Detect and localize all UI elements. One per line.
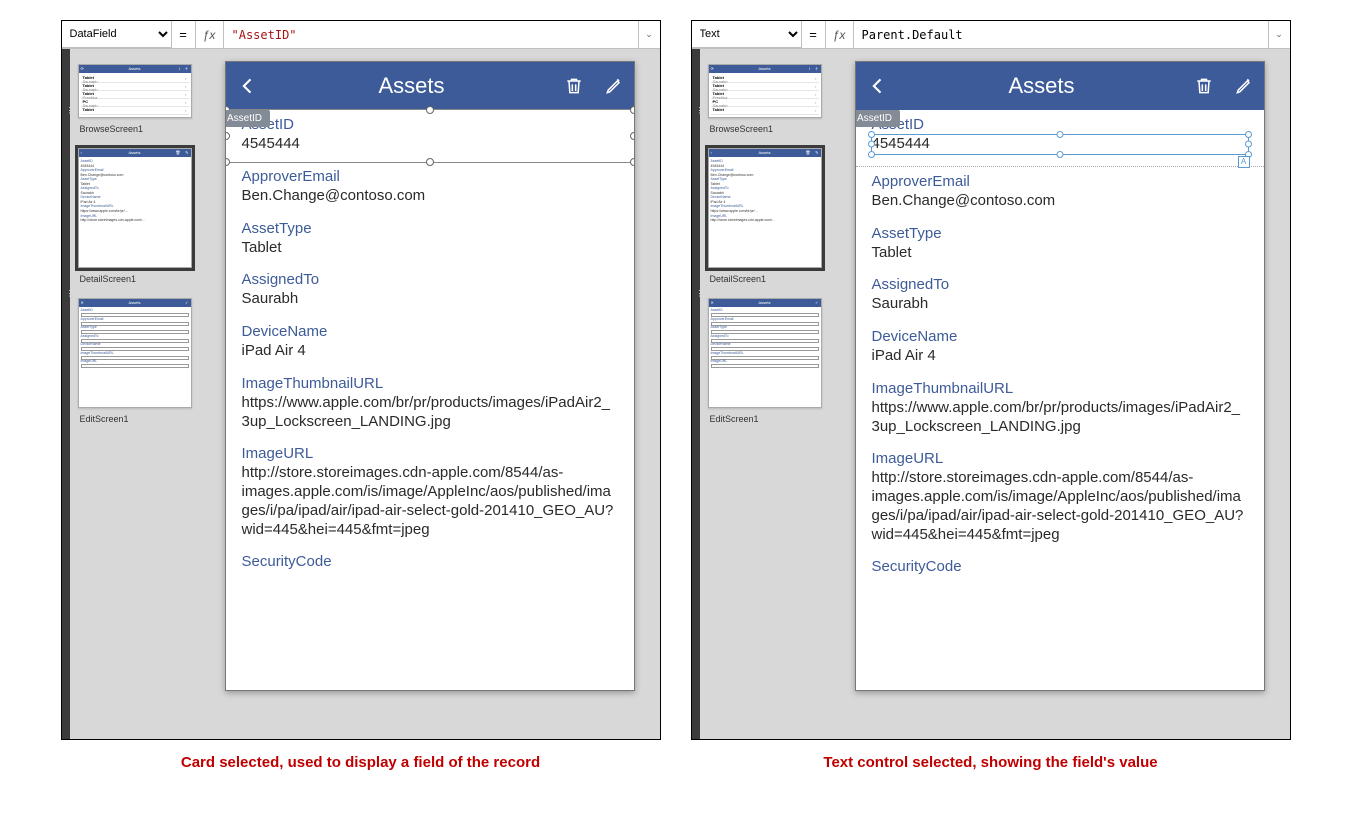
field-value: http://store.storeimages.cdn-apple.com/8… <box>242 464 618 539</box>
field-value: Tablet <box>242 239 618 258</box>
selection-breadcrumb[interactable]: Card : AssetID <box>225 110 270 127</box>
edit-icon[interactable] <box>1224 76 1264 96</box>
card-assettype[interactable]: AssetType Tablet <box>856 219 1264 271</box>
field-label: DeviceName <box>872 328 1248 345</box>
card-imagethumbnailurl[interactable]: ImageThumbnailURL https://www.apple.com/… <box>226 369 634 440</box>
selection-breadcrumb[interactable]: Card : AssetID <box>855 110 900 127</box>
property-dropdown[interactable]: DataField <box>62 21 172 48</box>
canvas-area[interactable]: Card : AssetID Assets <box>200 49 660 739</box>
thumbnail-detail[interactable]: ‹Assets🗑✎ AssetID4545444 ApproverEmailBe… <box>78 148 192 268</box>
field-label: ApproverEmail <box>242 168 618 185</box>
card-imagethumbnailurl[interactable]: ImageThumbnailURL https://www.apple.com/… <box>856 374 1264 445</box>
field-label: ImageThumbnailURL <box>872 380 1248 397</box>
app-header: Assets <box>226 62 634 110</box>
field-label: DeviceName <box>242 323 618 340</box>
card-securitycode[interactable]: SecurityCode <box>226 547 634 580</box>
card-imageurl[interactable]: ImageURL http://store.storeimages.cdn-ap… <box>226 439 634 547</box>
alignment-badge-icon[interactable]: A <box>1238 156 1250 168</box>
app-header: Assets <box>856 62 1264 110</box>
field-value: Saurabh <box>242 290 618 309</box>
form-fields: AssetID 4545444 ApproverEmail Ben.Change… <box>226 110 634 580</box>
card-securitycode[interactable]: SecurityCode <box>856 552 1264 585</box>
app-title: Assets <box>270 73 554 99</box>
thumb-caption-browse: BrowseScreen1 <box>708 122 822 140</box>
field-value: Tablet <box>872 244 1248 263</box>
property-dropdown[interactable]: Text <box>692 21 802 48</box>
card-devicename[interactable]: DeviceName iPad Air 4 <box>226 317 634 369</box>
thumb-caption-browse: BrowseScreen1 <box>78 122 192 140</box>
equals-label: = <box>172 21 196 48</box>
thumbnail-list: ⟳Assets↕＋ TabletSaurabh› TabletSaurabh› … <box>70 49 200 739</box>
editor-panel-card-selected: DataField = ƒx ⌄ ⋮⋮ ⋮⋮ ⟳Assets↕＋ <box>61 20 661 740</box>
card-assignedto[interactable]: AssignedTo Saurabh <box>226 265 634 317</box>
field-value: https://www.apple.com/br/pr/products/ima… <box>242 394 618 432</box>
text-control-assetid[interactable]: 4545444 A <box>872 135 1248 154</box>
form-fields: AssetID 4545444 A ApproverE <box>856 110 1264 585</box>
field-value: iPad Air 4 <box>872 347 1248 366</box>
field-value: https://www.apple.com/br/pr/products/ima… <box>872 399 1248 437</box>
phone-preview: Card : AssetID Assets <box>855 61 1265 691</box>
canvas-area[interactable]: Card : AssetID Assets <box>830 49 1290 739</box>
screen-rail: ⋮⋮ ⋮⋮ <box>692 49 700 739</box>
thumbnail-edit[interactable]: ✕Assets✓ AssetID ApproverEmail AssetType… <box>78 298 192 408</box>
card-imageurl[interactable]: ImageURL http://store.storeimages.cdn-ap… <box>856 444 1264 552</box>
thumb-caption-edit: EditScreen1 <box>708 412 822 430</box>
thumbnail-browse[interactable]: ⟳Assets↕＋ TabletSaurabh› TabletSaurabh› … <box>78 64 192 118</box>
field-label: ImageThumbnailURL <box>242 375 618 392</box>
screen-rail: ⋮⋮ ⋮⋮ <box>62 49 70 739</box>
thumbnail-detail[interactable]: ‹Assets🗑✎ AssetID4545444 ApproverEmailBe… <box>708 148 822 268</box>
delete-icon[interactable] <box>1184 76 1224 96</box>
field-label: AssetType <box>242 220 618 237</box>
formula-input[interactable] <box>224 21 638 48</box>
thumb-caption-detail: DetailScreen1 <box>78 272 192 290</box>
field-label: ImageURL <box>242 445 618 462</box>
field-value: http://store.storeimages.cdn-apple.com/8… <box>872 469 1248 544</box>
back-icon[interactable] <box>226 76 270 96</box>
card-assetid[interactable]: AssetID 4545444 A <box>856 110 1264 167</box>
field-label: ApproverEmail <box>872 173 1248 190</box>
field-label: SecurityCode <box>242 553 618 570</box>
field-value: Ben.Change@contoso.com <box>872 192 1248 211</box>
card-approveremail[interactable]: ApproverEmail Ben.Change@contoso.com <box>226 162 634 214</box>
panel-caption-right: Text control selected, showing the field… <box>817 740 1163 775</box>
formula-expand-icon[interactable]: ⌄ <box>1268 21 1290 48</box>
app-title: Assets <box>900 73 1184 99</box>
field-value: iPad Air 4 <box>242 342 618 361</box>
field-label: AssignedTo <box>872 276 1248 293</box>
field-label: AssetID <box>242 116 618 133</box>
field-label: AssetType <box>872 225 1248 242</box>
edit-icon[interactable] <box>594 76 634 96</box>
thumb-caption-edit: EditScreen1 <box>78 412 192 430</box>
field-label: AssignedTo <box>242 271 618 288</box>
field-value: 4545444 <box>242 135 618 154</box>
equals-label: = <box>802 21 826 48</box>
formula-expand-icon[interactable]: ⌄ <box>638 21 660 48</box>
thumbnail-browse[interactable]: ⟳Assets↕＋ TabletSaurabh› TabletSaurabh› … <box>708 64 822 118</box>
fx-icon[interactable]: ƒx <box>196 21 224 48</box>
formula-bar: Text = ƒx ⌄ <box>692 21 1290 49</box>
card-assignedto[interactable]: AssignedTo Saurabh <box>856 270 1264 322</box>
formula-bar: DataField = ƒx ⌄ <box>62 21 660 49</box>
thumbnail-edit[interactable]: ✕Assets✓ AssetID ApproverEmail AssetType… <box>708 298 822 408</box>
card-assettype[interactable]: AssetType Tablet <box>226 214 634 266</box>
field-value: Ben.Change@contoso.com <box>242 187 618 206</box>
delete-icon[interactable] <box>554 76 594 96</box>
fx-icon[interactable]: ƒx <box>826 21 854 48</box>
card-assetid[interactable]: AssetID 4545444 <box>226 110 634 162</box>
field-label: ImageURL <box>872 450 1248 467</box>
back-icon[interactable] <box>856 76 900 96</box>
card-devicename[interactable]: DeviceName iPad Air 4 <box>856 322 1264 374</box>
thumbnail-list: ⟳Assets↕＋ TabletSaurabh› TabletSaurabh› … <box>700 49 830 739</box>
phone-preview: Card : AssetID Assets <box>225 61 635 691</box>
formula-input[interactable] <box>854 21 1268 48</box>
card-approveremail[interactable]: ApproverEmail Ben.Change@contoso.com <box>856 167 1264 219</box>
field-value: Saurabh <box>872 295 1248 314</box>
panel-caption-left: Card selected, used to display a field o… <box>175 740 546 775</box>
field-label: SecurityCode <box>872 558 1248 575</box>
thumb-caption-detail: DetailScreen1 <box>708 272 822 290</box>
editor-panel-text-selected: Text = ƒx ⌄ ⋮⋮ ⋮⋮ ⟳Assets↕＋ <box>691 20 1291 740</box>
